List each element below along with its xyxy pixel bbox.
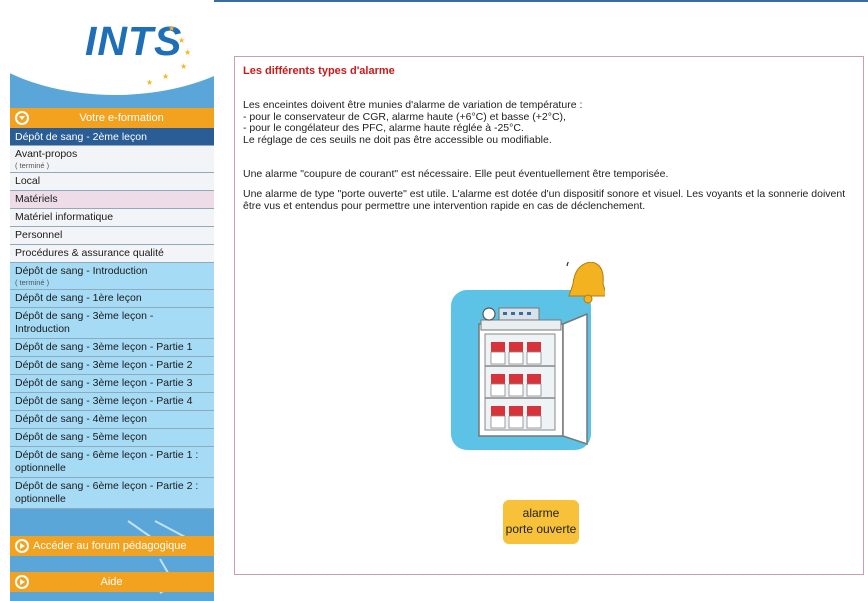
formation-header[interactable]: Votre e-formation <box>10 108 214 128</box>
sidebar-item-label: Dépôt de sang - 4ème leçon <box>15 413 147 425</box>
sidebar-item[interactable]: Dépôt de sang - 5ème leçon <box>10 429 214 447</box>
star-icon: ★ <box>184 48 192 57</box>
sidebar-item[interactable]: Dépôt de sang - 1ère leçon <box>10 290 214 308</box>
sidebar-item-label: Matériel informatique <box>15 211 114 223</box>
help-button[interactable]: Aide <box>10 572 214 592</box>
play-icon <box>15 539 29 553</box>
star-icon: ★ <box>168 24 176 33</box>
help-label: Aide <box>100 576 123 588</box>
paragraph-line: Les enceintes doivent être munies d'alar… <box>243 99 583 111</box>
sidebar-item-label: Matériels <box>15 193 58 205</box>
sidebar-item-label: Dépôt de sang - 3ème leçon - Partie 2 <box>15 359 193 371</box>
sidebar-item-label: Local <box>15 175 41 187</box>
page-title: Les différents types d'alarme <box>243 65 395 77</box>
lesson-menu: Dépôt de sang - 2ème leçon Avant-propos( … <box>10 128 214 509</box>
sidebar-item[interactable]: Avant-propos( terminé ) <box>10 146 214 173</box>
top-border <box>214 0 868 2</box>
play-icon <box>15 575 29 589</box>
sidebar-item[interactable]: Matériel informatique <box>10 209 214 227</box>
forum-label: Accéder au forum pédagogique <box>33 540 187 552</box>
star-icon: ★ <box>162 72 170 81</box>
sidebar-item-label: Dépôt de sang - 3ème leçon - Introductio… <box>15 310 154 335</box>
sidebar-item-label: Dépôt de sang - 3ème leçon - Partie 3 <box>15 377 193 389</box>
open-door-alarm-label: alarme porte ouverte <box>503 500 579 544</box>
sidebar-item[interactable]: Matériels <box>10 191 214 209</box>
sidebar-item-label: Dépôt de sang - 5ème leçon <box>15 431 147 443</box>
sidebar-item[interactable]: Dépôt de sang - 3ème leçon - Partie 2 <box>10 357 214 375</box>
sidebar-item-label: Avant-propos <box>15 148 78 160</box>
sidebar: INTS ★ ★ ★ ★ ★ ★ Votre e-formation Dépôt… <box>10 0 214 601</box>
sidebar-item[interactable]: Local <box>10 173 214 191</box>
sidebar-item[interactable]: Dépôt de sang - 6ème leçon - Partie 2 : … <box>10 478 214 509</box>
paragraph-line: - pour le congélateur des PFC, alarme ha… <box>243 122 524 134</box>
power-cut-paragraph: Une alarme "coupure de courant" est néce… <box>243 168 669 180</box>
sidebar-item-label: Personnel <box>15 229 63 241</box>
sidebar-item[interactable]: Procédures & assurance qualité <box>10 245 214 263</box>
sidebar-item[interactable]: Dépôt de sang - Introduction( terminé ) <box>10 263 214 290</box>
sidebar-item[interactable]: Dépôt de sang - 6ème leçon - Partie 1 : … <box>10 447 214 478</box>
paragraph-line: Le réglage de ces seuils ne doit pas êtr… <box>243 133 552 146</box>
lesson-content: Les différents types d'alarme Les encein… <box>234 56 864 575</box>
sidebar-item-label: Dépôt de sang - 3ème leçon - Partie 4 <box>15 395 193 407</box>
star-icon: ★ <box>180 62 188 71</box>
completion-status: ( terminé ) <box>15 161 50 170</box>
sidebar-item-label: Procédures & assurance qualité <box>15 247 164 259</box>
tag-line: alarme <box>522 506 560 520</box>
open-door-paragraph: Une alarme de type "porte ouverte" est u… <box>243 188 846 212</box>
star-icon: ★ <box>146 78 154 87</box>
chevron-down-icon <box>15 111 29 125</box>
formation-label: Votre e-formation <box>79 112 164 124</box>
sidebar-item[interactable]: Personnel <box>10 227 214 245</box>
fridge-alarm-illustration <box>451 262 605 450</box>
sidebar-item-label: Dépôt de sang - 6ème leçon - Partie 2 : … <box>15 480 199 505</box>
alarm-paragraph: Les enceintes doivent être munies d'alar… <box>243 99 583 146</box>
completion-status: ( terminé ) <box>15 278 50 287</box>
sidebar-item-label: Dépôt de sang - 2ème leçon <box>15 131 147 143</box>
sidebar-item-label: Dépôt de sang - 6ème leçon - Partie 1 : … <box>15 449 199 474</box>
sidebar-item-label: Dépôt de sang - Introduction <box>15 265 148 277</box>
sidebar-item[interactable]: Dépôt de sang - 4ème leçon <box>10 411 214 429</box>
sidebar-item[interactable]: Dépôt de sang - 3ème leçon - Partie 4 <box>10 393 214 411</box>
forum-button[interactable]: Accéder au forum pédagogique <box>10 536 214 556</box>
sidebar-item-label: Dépôt de sang - 1ère leçon <box>15 292 142 304</box>
star-icon: ★ <box>178 36 186 45</box>
sidebar-item-label: Dépôt de sang - 3ème leçon - Partie 1 <box>15 341 193 353</box>
sidebar-item[interactable]: Dépôt de sang - 3ème leçon - Partie 3 <box>10 375 214 393</box>
sidebar-item[interactable]: Dépôt de sang - 3ème leçon - Introductio… <box>10 308 214 339</box>
sidebar-item[interactable]: Dépôt de sang - 3ème leçon - Partie 1 <box>10 339 214 357</box>
tag-line: porte ouverte <box>505 522 577 536</box>
sidebar-item[interactable]: Dépôt de sang - 2ème leçon <box>10 128 214 146</box>
